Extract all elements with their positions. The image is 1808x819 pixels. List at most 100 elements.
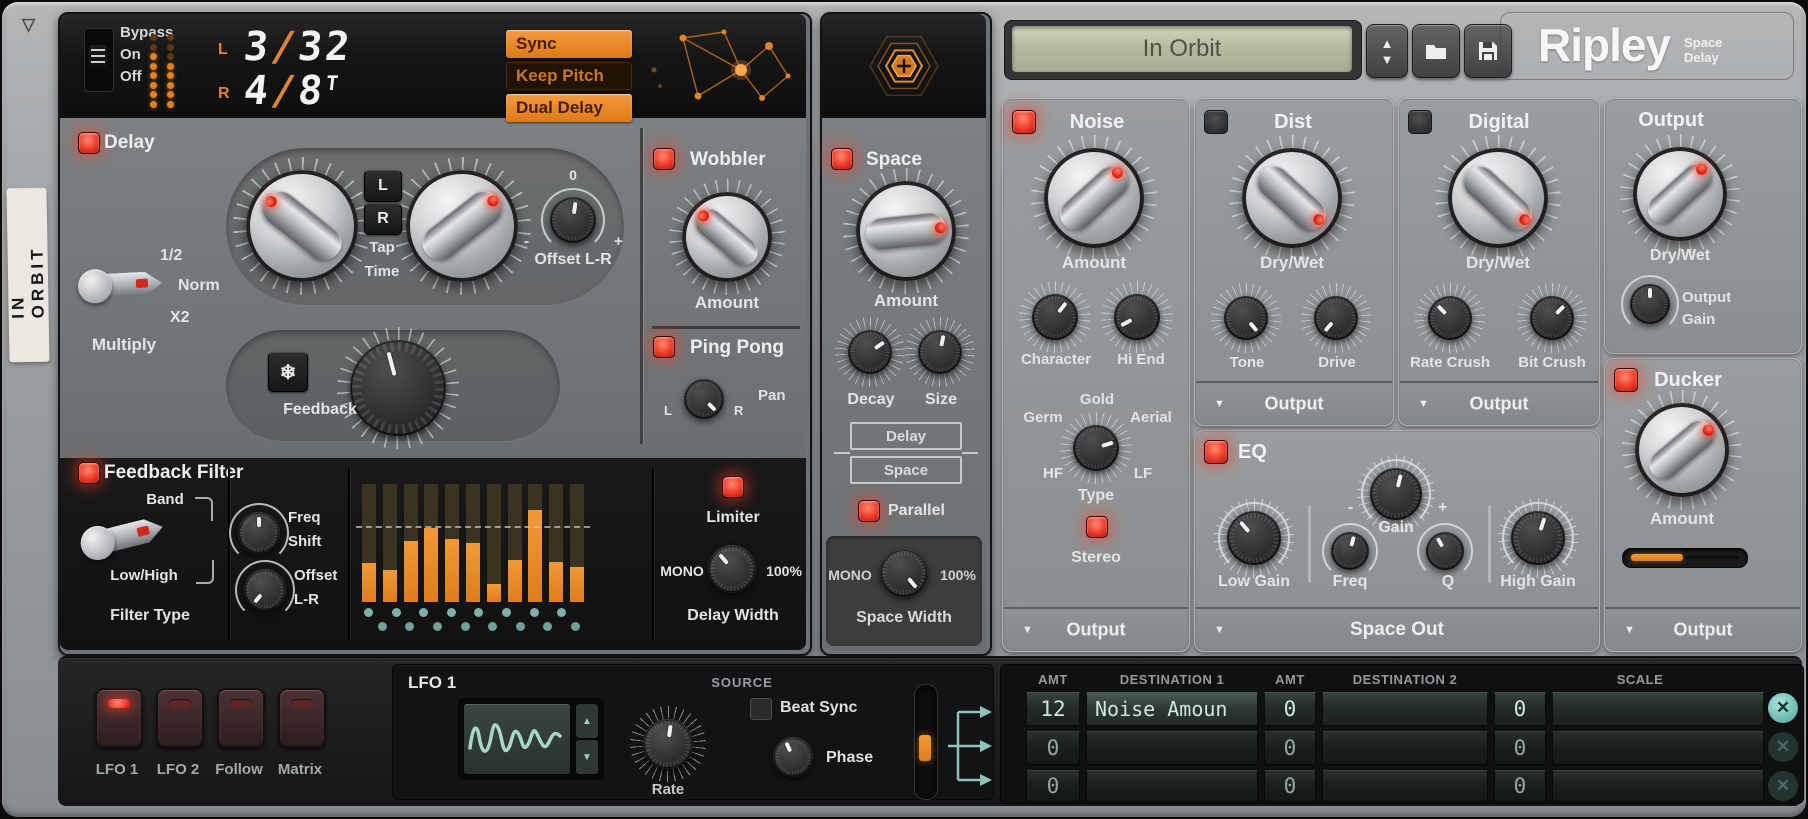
wobbler-amount-knob[interactable] bbox=[682, 192, 772, 282]
eq-freq-knob[interactable] bbox=[1331, 532, 1369, 570]
dist-led[interactable] bbox=[1204, 110, 1228, 134]
matrix-cell[interactable]: 0 bbox=[1494, 770, 1546, 802]
tab-lfo1-label[interactable]: LFO 1 bbox=[96, 762, 139, 777]
eq-led[interactable] bbox=[1204, 440, 1228, 464]
sync-button[interactable]: Sync bbox=[506, 30, 632, 58]
tab-lfo2-label[interactable]: LFO 2 bbox=[157, 762, 200, 777]
delay-time-left-knob[interactable] bbox=[246, 170, 358, 282]
delay-led[interactable] bbox=[78, 132, 100, 154]
matrix-cell[interactable] bbox=[1552, 731, 1764, 765]
preset-prev-next-button[interactable]: ▲ ▼ bbox=[1366, 24, 1408, 78]
matrix-cell[interactable]: Noise Amoun bbox=[1086, 692, 1258, 726]
multiply-half-label[interactable]: 1/2 bbox=[160, 248, 182, 264]
output-drywet-knob[interactable] bbox=[1633, 147, 1727, 241]
lfo-wave-up-button[interactable]: ▲ bbox=[576, 704, 598, 738]
space-led[interactable] bbox=[831, 148, 853, 170]
delay-offset-lr-knob[interactable] bbox=[550, 197, 596, 243]
noise-type-knob[interactable] bbox=[1073, 425, 1119, 471]
delay-time-right-knob[interactable] bbox=[406, 170, 518, 282]
space-amount-knob[interactable] bbox=[856, 181, 956, 281]
matrix-cell[interactable] bbox=[1552, 692, 1764, 726]
multiply-norm-label[interactable]: Norm bbox=[178, 278, 220, 294]
display-l-value[interactable]: 3/32 bbox=[242, 24, 355, 70]
ducker-led[interactable] bbox=[1614, 368, 1638, 392]
tab-lfo1[interactable] bbox=[95, 688, 143, 748]
ducker-output-dropdown[interactable]: ▼Output bbox=[1606, 607, 1800, 650]
freq-shift-knob[interactable] bbox=[238, 512, 280, 554]
corner-triangle-icon[interactable]: ▽ bbox=[22, 16, 35, 33]
matrix-clear-button[interactable]: ✕ bbox=[1768, 732, 1798, 762]
decay-knob[interactable] bbox=[848, 330, 892, 374]
tap-l-button[interactable]: L bbox=[364, 170, 402, 202]
tone-knob[interactable] bbox=[1224, 296, 1268, 340]
eq-q-knob[interactable] bbox=[1426, 532, 1464, 570]
parallel-led[interactable] bbox=[858, 500, 880, 522]
feedback-knob[interactable] bbox=[350, 340, 446, 436]
eq-gain-knob[interactable] bbox=[1370, 468, 1422, 520]
character-knob[interactable] bbox=[1032, 294, 1078, 340]
size-knob[interactable] bbox=[918, 330, 962, 374]
limiter-led[interactable] bbox=[722, 476, 744, 498]
ducker-amount-knob[interactable] bbox=[1635, 403, 1729, 497]
digital-drywet-knob[interactable] bbox=[1448, 148, 1548, 248]
power-option-off[interactable]: Off bbox=[120, 69, 142, 84]
tab-lfo2[interactable] bbox=[156, 688, 204, 748]
wobbler-led[interactable] bbox=[653, 148, 675, 170]
tab-follow-label[interactable]: Follow bbox=[215, 762, 263, 777]
tab-matrix[interactable] bbox=[278, 688, 326, 748]
stereo-led[interactable] bbox=[1086, 516, 1108, 538]
matrix-cell[interactable] bbox=[1086, 770, 1258, 802]
preset-down-icon[interactable]: ▼ bbox=[1381, 53, 1394, 66]
pan-knob[interactable] bbox=[684, 379, 724, 419]
keep-pitch-button[interactable]: Keep Pitch bbox=[506, 62, 632, 90]
noise-output-dropdown[interactable]: ▼Output bbox=[1004, 607, 1188, 650]
eq-space-out-dropdown[interactable]: ▼Space Out bbox=[1196, 607, 1598, 650]
ff-offset-lr-knob[interactable] bbox=[244, 569, 286, 611]
preset-browse-button[interactable] bbox=[1412, 24, 1460, 78]
output-gain-knob[interactable] bbox=[1630, 284, 1670, 324]
matrix-cell[interactable] bbox=[1322, 731, 1488, 765]
matrix-cell[interactable]: 0 bbox=[1264, 770, 1316, 802]
matrix-cell[interactable]: 0 bbox=[1264, 692, 1316, 726]
lfo-waveform-display[interactable] bbox=[464, 704, 570, 774]
power-option-on[interactable]: On bbox=[120, 47, 141, 62]
digital-led[interactable] bbox=[1408, 110, 1432, 134]
matrix-cell[interactable]: 0 bbox=[1026, 770, 1080, 802]
dist-output-dropdown[interactable]: ▼Output bbox=[1196, 381, 1392, 424]
matrix-cell[interactable]: 0 bbox=[1494, 692, 1546, 726]
dist-drywet-knob[interactable] bbox=[1242, 148, 1342, 248]
hi-end-knob[interactable] bbox=[1114, 294, 1160, 340]
mod-amount-slider[interactable] bbox=[914, 684, 938, 800]
matrix-clear-button[interactable]: ✕ bbox=[1768, 693, 1798, 723]
matrix-clear-button[interactable]: ✕ bbox=[1768, 771, 1798, 801]
tap-r-button[interactable]: R bbox=[364, 203, 402, 235]
tab-matrix-label[interactable]: Matrix bbox=[278, 762, 322, 777]
matrix-cell[interactable] bbox=[1322, 692, 1488, 726]
matrix-cell[interactable]: 0 bbox=[1264, 731, 1316, 765]
bit-crush-knob[interactable] bbox=[1530, 296, 1574, 340]
matrix-cell[interactable] bbox=[1322, 770, 1488, 802]
drive-knob[interactable] bbox=[1314, 296, 1358, 340]
display-r-value[interactable]: 4/8T bbox=[242, 68, 340, 114]
preset-display[interactable]: In Orbit bbox=[1012, 26, 1352, 72]
filter-lowhigh-label[interactable]: Low/High bbox=[110, 568, 178, 583]
ping-pong-led[interactable] bbox=[653, 336, 675, 358]
dual-delay-button[interactable]: Dual Delay bbox=[506, 94, 632, 122]
matrix-cell[interactable] bbox=[1086, 731, 1258, 765]
digital-output-dropdown[interactable]: ▼Output bbox=[1400, 381, 1598, 424]
multiply-lever[interactable] bbox=[77, 266, 163, 304]
space-width-knob[interactable] bbox=[880, 549, 928, 597]
preset-up-icon[interactable]: ▲ bbox=[1381, 37, 1394, 50]
matrix-cell[interactable]: 12 bbox=[1026, 692, 1080, 726]
high-gain-knob[interactable] bbox=[1511, 511, 1565, 565]
low-gain-knob[interactable] bbox=[1227, 511, 1281, 565]
noise-led[interactable] bbox=[1012, 110, 1036, 134]
feedback-filter-led[interactable] bbox=[78, 462, 100, 484]
noise-amount-knob[interactable] bbox=[1044, 148, 1144, 248]
tab-follow[interactable] bbox=[217, 688, 265, 748]
lfo-rate-knob[interactable] bbox=[643, 719, 693, 769]
matrix-cell[interactable]: 0 bbox=[1494, 731, 1546, 765]
beat-sync-checkbox[interactable] bbox=[750, 698, 772, 720]
lfo-wave-down-button[interactable]: ▼ bbox=[576, 740, 598, 774]
lfo-phase-knob[interactable] bbox=[773, 737, 813, 777]
